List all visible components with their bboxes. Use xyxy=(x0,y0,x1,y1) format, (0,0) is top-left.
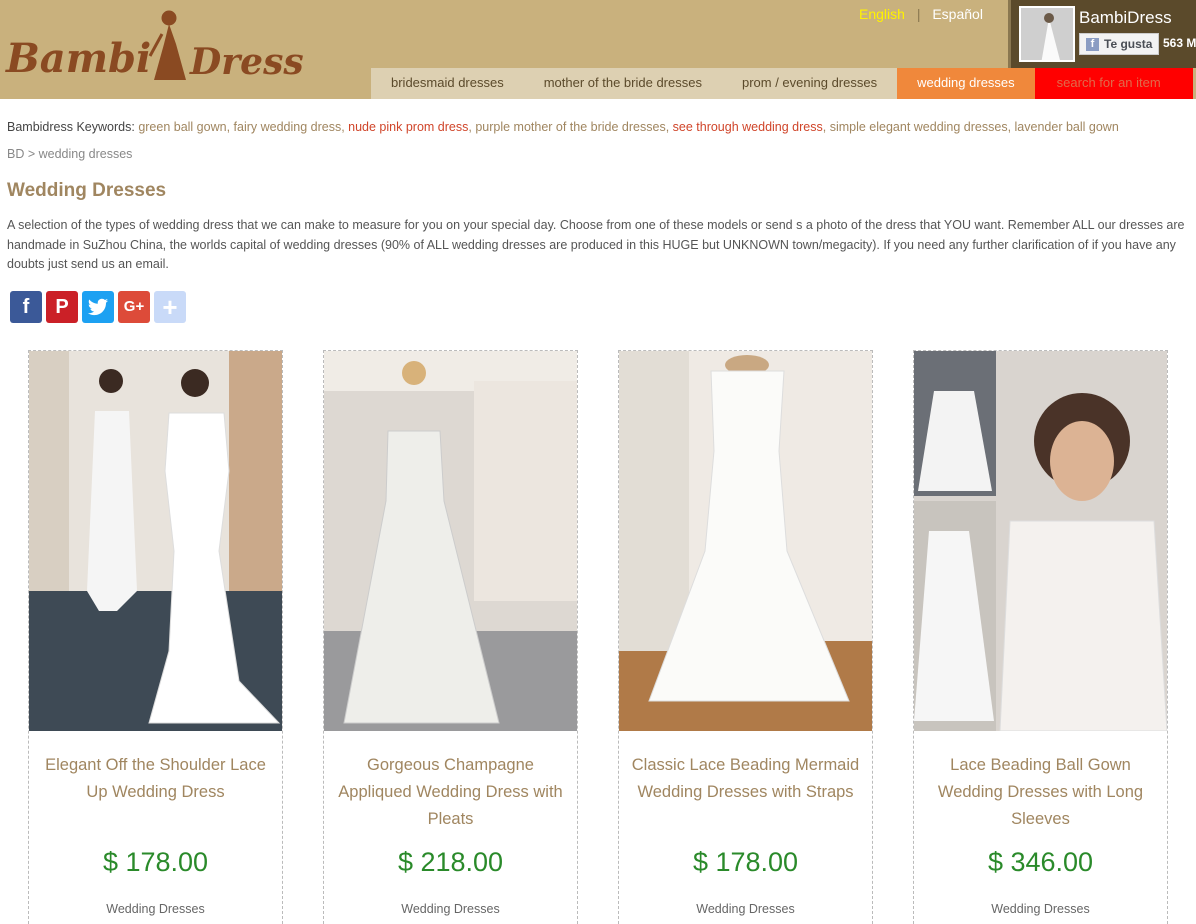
breadcrumb-separator: > xyxy=(24,147,39,161)
product-price: $ 178.00 xyxy=(102,847,209,877)
product-image[interactable] xyxy=(29,351,282,731)
facebook-page-name[interactable]: BambiDress xyxy=(1079,8,1172,28)
share-pinterest-button[interactable]: P xyxy=(46,291,78,323)
nav-search-button[interactable]: search for an item xyxy=(1034,68,1193,99)
facebook-icon: f xyxy=(1086,38,1099,51)
nav-prom-evening-dresses[interactable]: prom / evening dresses xyxy=(721,68,898,99)
svg-text:Bambi: Bambi xyxy=(5,35,151,82)
share-more-button[interactable]: + xyxy=(154,291,186,323)
page-title: Wedding Dresses xyxy=(7,180,167,201)
keyword-link[interactable]: green ball gown, xyxy=(138,120,233,134)
product-image[interactable] xyxy=(619,351,872,731)
bambidress-logo[interactable]: Bambi Dress xyxy=(4,4,314,84)
nav-wedding-dresses[interactable]: wedding dresses xyxy=(897,68,1035,99)
site-header: Bambi Dress English | Español BambiDress… xyxy=(0,0,1196,99)
product-category[interactable]: Wedding Dresses xyxy=(619,902,872,916)
breadcrumb-current[interactable]: wedding dresses xyxy=(39,147,133,161)
product-price: $ 178.00 xyxy=(692,847,799,877)
product-image[interactable] xyxy=(324,351,577,731)
product-category[interactable]: Wedding Dresses xyxy=(29,902,282,916)
product-name[interactable]: Lace Beading Ball Gown Wedding Dresses w… xyxy=(924,752,1157,833)
product-image[interactable] xyxy=(914,351,1167,731)
lang-separator: | xyxy=(916,6,921,22)
product-price: $ 346.00 xyxy=(987,847,1094,877)
like-label: Te gusta xyxy=(1104,37,1153,51)
pinterest-icon: P xyxy=(55,296,69,318)
googleplus-icon: G+ xyxy=(123,298,145,315)
svg-text:Dress: Dress xyxy=(189,41,304,83)
product-card[interactable]: Lace Beading Ball Gown Wedding Dresses w… xyxy=(913,350,1168,924)
twitter-icon xyxy=(87,298,109,316)
product-card[interactable]: Classic Lace Beading Mermaid Wedding Dre… xyxy=(618,350,873,924)
keyword-link[interactable]: lavender ball gown xyxy=(1015,120,1119,134)
facebook-like-button[interactable]: f Te gusta xyxy=(1079,33,1160,55)
product-category[interactable]: Wedding Dresses xyxy=(324,902,577,916)
keywords-prefix: Bambidress Keywords: xyxy=(7,120,139,134)
lang-english-link[interactable]: English xyxy=(859,6,905,22)
product-category[interactable]: Wedding Dresses xyxy=(914,902,1167,916)
facebook-icon: f xyxy=(22,296,30,318)
product-name[interactable]: Gorgeous Champagne Appliqued Wedding Dre… xyxy=(334,752,567,833)
keyword-link[interactable]: fairy wedding dress, xyxy=(234,120,349,134)
facebook-like-count: 563 M xyxy=(1163,36,1196,50)
keywords-line: Bambidress Keywords: green ball gown, fa… xyxy=(7,120,1119,134)
product-name[interactable]: Classic Lace Beading Mermaid Wedding Dre… xyxy=(629,752,862,806)
keyword-link[interactable]: purple mother of the bride dresses, xyxy=(475,120,672,134)
keyword-link[interactable]: see through wedding dress xyxy=(673,120,823,134)
plus-icon: + xyxy=(162,292,178,322)
facebook-page-thumbnail[interactable] xyxy=(1019,6,1075,62)
share-twitter-button[interactable] xyxy=(82,291,114,323)
share-facebook-button[interactable]: f xyxy=(10,291,42,323)
page-description: A selection of the types of wedding dres… xyxy=(7,218,1185,271)
nav-bridesmaid-dresses[interactable]: bridesmaid dresses xyxy=(371,68,524,99)
share-googleplus-button[interactable]: G+ xyxy=(118,291,150,323)
keyword-link[interactable]: , simple elegant wedding dresses, xyxy=(823,120,1015,134)
facebook-widget: BambiDress f Te gusta 563 M xyxy=(1008,0,1196,68)
product-card[interactable]: Gorgeous Champagne Appliqued Wedding Dre… xyxy=(323,350,578,924)
main-nav: bridesmaid dresses mother of the bride d… xyxy=(371,68,1193,99)
lang-spanish-link[interactable]: Español xyxy=(932,6,983,22)
product-name[interactable]: Elegant Off the Shoulder Lace Up Wedding… xyxy=(39,752,272,806)
breadcrumb-home[interactable]: BD xyxy=(7,147,24,161)
share-bar: f P G+ + xyxy=(10,291,186,323)
nav-mother-of-bride-dresses[interactable]: mother of the bride dresses xyxy=(523,68,722,99)
keyword-link[interactable]: nude pink prom dress xyxy=(348,120,468,134)
product-price: $ 218.00 xyxy=(397,847,504,877)
product-card[interactable]: Elegant Off the Shoulder Lace Up Wedding… xyxy=(28,350,283,924)
breadcrumb: BD > wedding dresses xyxy=(7,147,132,161)
language-switcher: English | Español xyxy=(859,6,983,22)
